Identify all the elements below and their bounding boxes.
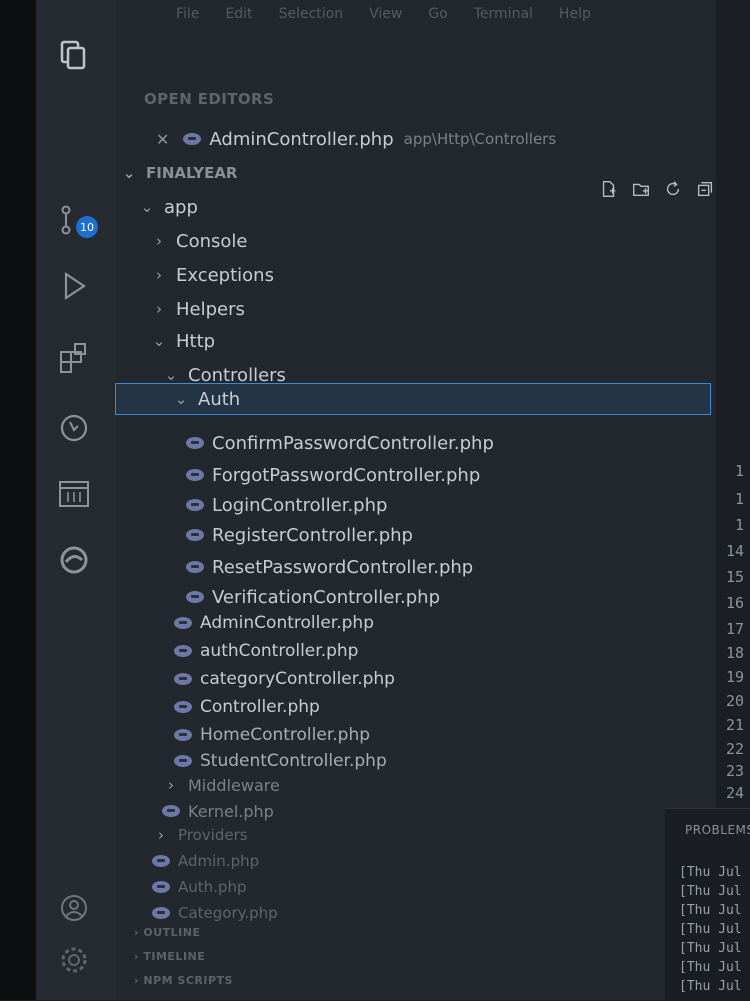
chevron-down-icon: ⌄ bbox=[164, 366, 178, 384]
php-file-icon bbox=[183, 133, 202, 145]
php-file-icon bbox=[186, 499, 204, 511]
files-icon[interactable] bbox=[54, 36, 94, 76]
php-file-icon bbox=[186, 437, 204, 449]
explorer-toolbar bbox=[598, 178, 716, 200]
line-number: 24 bbox=[725, 784, 744, 802]
close-icon[interactable]: ✕ bbox=[156, 130, 169, 149]
chevron-right-icon: › bbox=[156, 232, 162, 250]
tree-file[interactable]: ConfirmPasswordController.php bbox=[186, 428, 494, 458]
line-number: 16 bbox=[725, 594, 744, 612]
tree-folder-auth[interactable]: ⌄ Auth bbox=[115, 383, 711, 415]
new-file-icon[interactable] bbox=[598, 178, 620, 200]
php-file-icon bbox=[186, 529, 204, 541]
php-file-icon bbox=[152, 907, 170, 919]
tree-file[interactable]: AdminController.php bbox=[174, 608, 374, 638]
terminal-line: [Thu Jul bbox=[679, 884, 742, 899]
line-number: 1 bbox=[734, 462, 744, 480]
php-file-icon bbox=[186, 591, 204, 603]
tab-problems[interactable]: PROBLEMS bbox=[685, 823, 750, 837]
tree-file[interactable]: RegisterController.php bbox=[186, 520, 413, 550]
line-number: 17 bbox=[725, 620, 744, 638]
tree-file[interactable]: Category.php bbox=[152, 898, 278, 928]
menu-edit[interactable]: Edit bbox=[225, 6, 252, 22]
line-number: 1 bbox=[734, 516, 744, 534]
menu-help[interactable]: Help bbox=[559, 6, 591, 22]
workspace-header[interactable]: ⌄ FINALYEAR bbox=[122, 158, 238, 188]
settings-icon[interactable] bbox=[54, 940, 94, 980]
open-editor-item[interactable]: ✕ AdminController.php app\Http\Controlle… bbox=[156, 124, 556, 154]
extensions-icon[interactable] bbox=[54, 338, 94, 378]
php-file-icon bbox=[174, 645, 192, 657]
new-folder-icon[interactable] bbox=[630, 178, 652, 200]
php-file-icon bbox=[174, 701, 192, 713]
line-number: 14 bbox=[725, 542, 744, 560]
edge-icon[interactable] bbox=[54, 540, 94, 580]
tree-file[interactable]: authController.php bbox=[174, 636, 358, 666]
chevron-down-icon: ⌄ bbox=[152, 332, 166, 350]
explorer-sidebar: File Edit Selection View Go Terminal Hel… bbox=[115, 0, 716, 1000]
php-file-icon bbox=[186, 561, 204, 573]
terminal-line: [Thu Jul bbox=[679, 903, 742, 918]
php-file-icon bbox=[152, 855, 170, 867]
php-file-icon bbox=[186, 469, 204, 481]
menu-terminal[interactable]: Terminal bbox=[474, 6, 533, 22]
tree-file[interactable]: ResetPasswordController.php bbox=[186, 552, 473, 582]
timeline-section[interactable]: › TIMELINE bbox=[134, 950, 205, 963]
collapse-all-icon[interactable] bbox=[694, 178, 716, 200]
git-history-icon[interactable] bbox=[54, 408, 94, 448]
tree-folder-console[interactable]: › Console bbox=[152, 226, 247, 256]
terminal-line: [Thu Jul bbox=[679, 941, 742, 956]
menu-go[interactable]: Go bbox=[428, 6, 447, 22]
outline-section[interactable]: › OUTLINE bbox=[134, 926, 200, 939]
tree-file[interactable]: ForgotPasswordController.php bbox=[186, 460, 480, 490]
activity-bar: 10 bbox=[36, 0, 116, 1000]
refresh-icon[interactable] bbox=[662, 178, 684, 200]
terminal-line: [Thu Jul bbox=[679, 922, 742, 937]
chevron-right-icon: › bbox=[168, 776, 174, 794]
menu-view[interactable]: View bbox=[369, 6, 402, 22]
php-file-icon bbox=[174, 729, 192, 741]
tree-file[interactable]: categoryController.php bbox=[174, 664, 395, 694]
chevron-down-icon: ⌄ bbox=[174, 390, 188, 408]
calendar-icon[interactable] bbox=[54, 474, 94, 514]
menu-selection[interactable]: Selection bbox=[279, 6, 344, 22]
chevron-right-icon: › bbox=[156, 300, 162, 318]
chevron-down-icon: ⌄ bbox=[122, 164, 136, 182]
line-number: 21 bbox=[725, 716, 744, 734]
line-number: 23 bbox=[725, 762, 744, 780]
chevron-down-icon: ⌄ bbox=[140, 198, 154, 216]
line-number: 22 bbox=[725, 740, 744, 758]
bottom-panel: PROBLEMS [Thu Jul [Thu Jul [Thu Jul [Thu… bbox=[665, 808, 750, 1001]
npm-scripts-section[interactable]: › NPM SCRIPTS bbox=[134, 974, 233, 987]
php-file-icon bbox=[174, 755, 192, 767]
php-file-icon bbox=[174, 673, 192, 685]
line-number: 18 bbox=[725, 644, 744, 662]
tree-file[interactable]: Controller.php bbox=[174, 692, 320, 722]
php-file-icon bbox=[162, 805, 180, 817]
line-number: 1 bbox=[734, 490, 744, 508]
chevron-right-icon: › bbox=[156, 266, 162, 284]
line-number: 15 bbox=[725, 568, 744, 586]
notification-badge: 10 bbox=[76, 216, 98, 238]
php-file-icon bbox=[174, 617, 192, 629]
tree-folder-http[interactable]: ⌄ Http bbox=[152, 326, 215, 356]
account-icon[interactable] bbox=[54, 888, 94, 928]
terminal-line: [Thu Jul bbox=[679, 979, 742, 994]
tree-folder-exceptions[interactable]: › Exceptions bbox=[152, 260, 274, 290]
terminal-line: [Thu Jul bbox=[679, 960, 742, 975]
menu-bar: File Edit Selection View Go Terminal Hel… bbox=[116, 0, 750, 28]
terminal-line: [Thu Jul bbox=[679, 865, 742, 880]
tree-file[interactable]: LoginController.php bbox=[186, 490, 387, 520]
line-number: 19 bbox=[725, 668, 744, 686]
monitor-bezel bbox=[0, 0, 36, 1000]
tree-folder-helpers[interactable]: › Helpers bbox=[152, 294, 245, 324]
tree-folder-app[interactable]: ⌄ app bbox=[140, 192, 198, 222]
run-debug-icon[interactable] bbox=[54, 266, 94, 306]
php-file-icon bbox=[152, 881, 170, 893]
line-number: 20 bbox=[725, 692, 744, 710]
open-editors-header[interactable]: OPEN EDITORS bbox=[144, 90, 274, 108]
menu-file[interactable]: File bbox=[176, 6, 199, 22]
chevron-right-icon: › bbox=[158, 826, 164, 844]
